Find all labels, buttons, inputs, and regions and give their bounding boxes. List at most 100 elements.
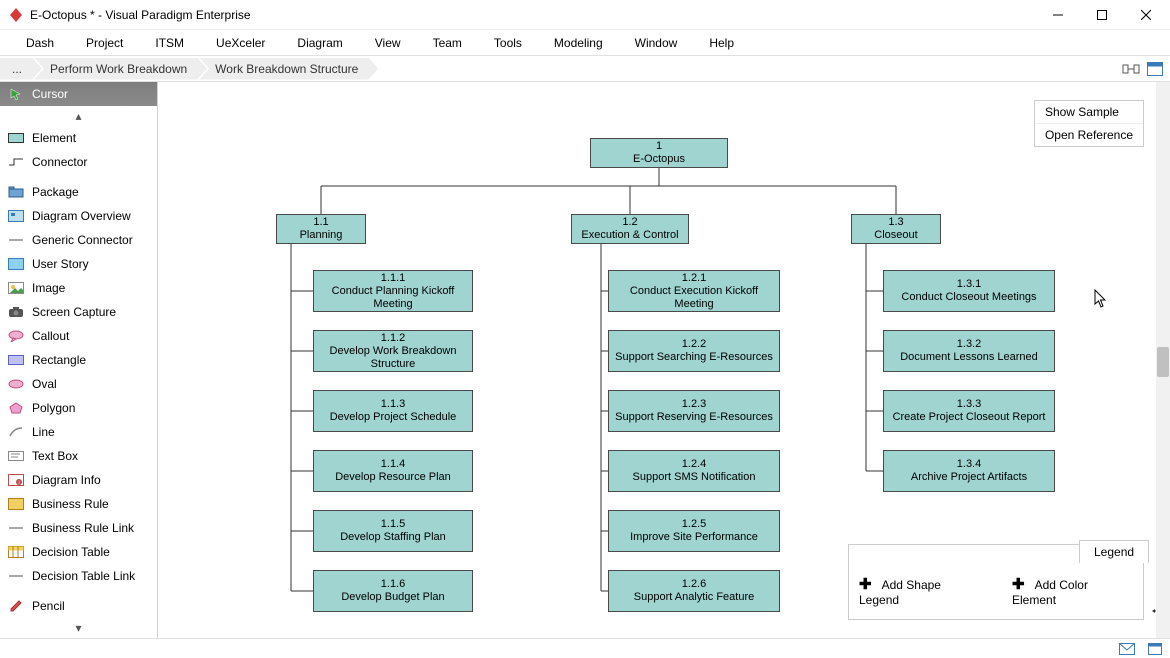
wbs-node[interactable]: 1.3.1Conduct Closeout Meetings — [883, 270, 1055, 312]
wbs-node[interactable]: 1.2.6Support Analytic Feature — [608, 570, 780, 612]
palette-collapse-down[interactable]: ▾ — [0, 618, 157, 638]
business-rule-icon — [8, 497, 24, 511]
add-shape-legend-button[interactable]: ✚Add Shape Legend — [859, 575, 982, 607]
wbs-node-id: 1 — [656, 140, 662, 153]
menu-diagram[interactable]: Diagram — [283, 32, 356, 54]
palette-label: Diagram Overview — [32, 208, 131, 224]
wbs-node[interactable]: 1.3.4Archive Project Artifacts — [883, 450, 1055, 492]
wbs-node-name: Develop Work Breakdown Structure — [318, 345, 468, 371]
wbs-node-id: 1.1.6 — [381, 578, 405, 591]
wbs-node-name: Create Project Closeout Report — [893, 411, 1046, 424]
palette-polygon[interactable]: Polygon — [0, 396, 157, 420]
wbs-node-name: Support Analytic Feature — [634, 591, 754, 604]
svg-text:i: i — [18, 480, 19, 486]
palette-label: User Story — [32, 256, 89, 272]
palette-business-rule-link[interactable]: Business Rule Link — [0, 516, 157, 540]
wbs-node-name: Develop Project Schedule — [330, 411, 457, 424]
text-box-icon — [8, 449, 24, 463]
wbs-node[interactable]: 1.1.5Develop Staffing Plan — [313, 510, 473, 552]
palette-business-rule[interactable]: Business Rule — [0, 492, 157, 516]
wbs-node-id: 1.1.1 — [381, 272, 405, 285]
maximize-button[interactable] — [1080, 1, 1124, 29]
wbs-node[interactable]: 1.1.4Develop Resource Plan — [313, 450, 473, 492]
open-reference-button[interactable]: Open Reference — [1035, 124, 1143, 146]
wbs-node[interactable]: 1.3.3Create Project Closeout Report — [883, 390, 1055, 432]
menu-itsm[interactable]: ITSM — [141, 32, 198, 54]
wbs-node-name: Document Lessons Learned — [900, 351, 1038, 364]
palette-decision-table-link[interactable]: Decision Table Link — [0, 564, 157, 588]
wbs-node[interactable]: 1.2.4Support SMS Notification — [608, 450, 780, 492]
vertical-scrollbar[interactable] — [1156, 82, 1170, 638]
palette-label: Callout — [32, 328, 69, 344]
wbs-node[interactable]: 1.1.1Conduct Planning Kickoff Meeting — [313, 270, 473, 312]
image-icon — [8, 281, 24, 295]
menu-team[interactable]: Team — [419, 32, 476, 54]
wbs-node[interactable]: 1.2.5Improve Site Performance — [608, 510, 780, 552]
wbs-node[interactable]: 1.2.1Conduct Execution Kickoff Meeting — [608, 270, 780, 312]
legend-tab[interactable]: Legend — [1079, 540, 1149, 563]
palette-image[interactable]: Image — [0, 276, 157, 300]
palette-cursor[interactable]: Cursor — [0, 82, 157, 106]
close-button[interactable] — [1124, 1, 1168, 29]
menu-modeling[interactable]: Modeling — [540, 32, 617, 54]
wbs-node[interactable]: 1.2Execution & Control — [571, 214, 689, 244]
menu-uexceler[interactable]: UeXceler — [202, 32, 279, 54]
wbs-node[interactable]: 1.3.2Document Lessons Learned — [883, 330, 1055, 372]
menu-help[interactable]: Help — [695, 32, 748, 54]
palette-label: Business Rule Link — [32, 520, 134, 536]
palette-label: Cursor — [32, 86, 68, 102]
palette-label: Oval — [32, 376, 57, 392]
palette-decision-table[interactable]: Decision Table — [0, 540, 157, 564]
breadcrumb-item[interactable]: Work Breakdown Structure — [199, 58, 378, 80]
wbs-node-name: Support SMS Notification — [633, 471, 756, 484]
wbs-node[interactable]: 1.2.2Support Searching E-Resources — [608, 330, 780, 372]
palette-collapse-up[interactable]: ▴ — [0, 106, 157, 126]
palette-generic-connector[interactable]: Generic Connector — [0, 228, 157, 252]
cursor-icon — [8, 87, 24, 101]
palette-line[interactable]: Line — [0, 420, 157, 444]
sample-reference-menu: Show Sample Open Reference — [1034, 100, 1144, 147]
wbs-node[interactable]: 1.1.2Develop Work Breakdown Structure — [313, 330, 473, 372]
panel-toggle-icon[interactable] — [1146, 60, 1164, 78]
add-color-element-button[interactable]: ✚Add Color Element — [1012, 575, 1133, 607]
palette-rectangle[interactable]: Rectangle — [0, 348, 157, 372]
decision-table-link-icon — [8, 569, 24, 583]
minimize-button[interactable] — [1036, 1, 1080, 29]
menu-dash[interactable]: Dash — [12, 32, 68, 54]
wbs-node[interactable]: 1.1.6Develop Budget Plan — [313, 570, 473, 612]
wbs-node[interactable]: 1.2.3Support Reserving E-Resources — [608, 390, 780, 432]
menu-project[interactable]: Project — [72, 32, 137, 54]
wbs-node-name: Archive Project Artifacts — [911, 471, 1027, 484]
wbs-node-name: Develop Resource Plan — [335, 471, 451, 484]
wbs-node[interactable]: 1.1Planning — [276, 214, 366, 244]
breadcrumb-item[interactable]: Perform Work Breakdown — [34, 58, 207, 80]
palette-diagram-overview[interactable]: Diagram Overview — [0, 204, 157, 228]
wbs-node[interactable]: 1E-Octopus — [590, 138, 728, 168]
palette-callout[interactable]: Callout — [0, 324, 157, 348]
show-sample-button[interactable]: Show Sample — [1035, 101, 1143, 124]
palette-pencil[interactable]: Pencil — [0, 594, 157, 618]
palette-text-box[interactable]: Text Box — [0, 444, 157, 468]
palette-screen-capture[interactable]: Screen Capture — [0, 300, 157, 324]
menu-view[interactable]: View — [361, 32, 415, 54]
palette-diagram-info[interactable]: i Diagram Info — [0, 468, 157, 492]
scroll-thumb[interactable] — [1157, 347, 1169, 377]
wbs-node[interactable]: 1.3Closeout — [851, 214, 941, 244]
overview-icon — [8, 209, 24, 223]
palette-package[interactable]: Package — [0, 180, 157, 204]
mail-icon[interactable] — [1118, 640, 1136, 658]
breadcrumb-ellipsis[interactable]: ... — [0, 58, 42, 80]
palette-user-story[interactable]: User Story — [0, 252, 157, 276]
wbs-node-id: 1.3.3 — [957, 398, 981, 411]
wbs-node[interactable]: 1.1.3Develop Project Schedule — [313, 390, 473, 432]
menu-window[interactable]: Window — [621, 32, 692, 54]
grid-view-icon[interactable] — [1122, 60, 1140, 78]
window-icon[interactable] — [1146, 640, 1164, 658]
wbs-node-id: 1.3 — [888, 216, 903, 229]
wbs-node-name: Conduct Planning Kickoff Meeting — [318, 285, 468, 311]
palette-oval[interactable]: Oval — [0, 372, 157, 396]
menu-tools[interactable]: Tools — [480, 32, 536, 54]
palette-element[interactable]: Element — [0, 126, 157, 150]
palette-connector[interactable]: Connector — [0, 150, 157, 174]
rectangle-icon — [8, 353, 24, 367]
